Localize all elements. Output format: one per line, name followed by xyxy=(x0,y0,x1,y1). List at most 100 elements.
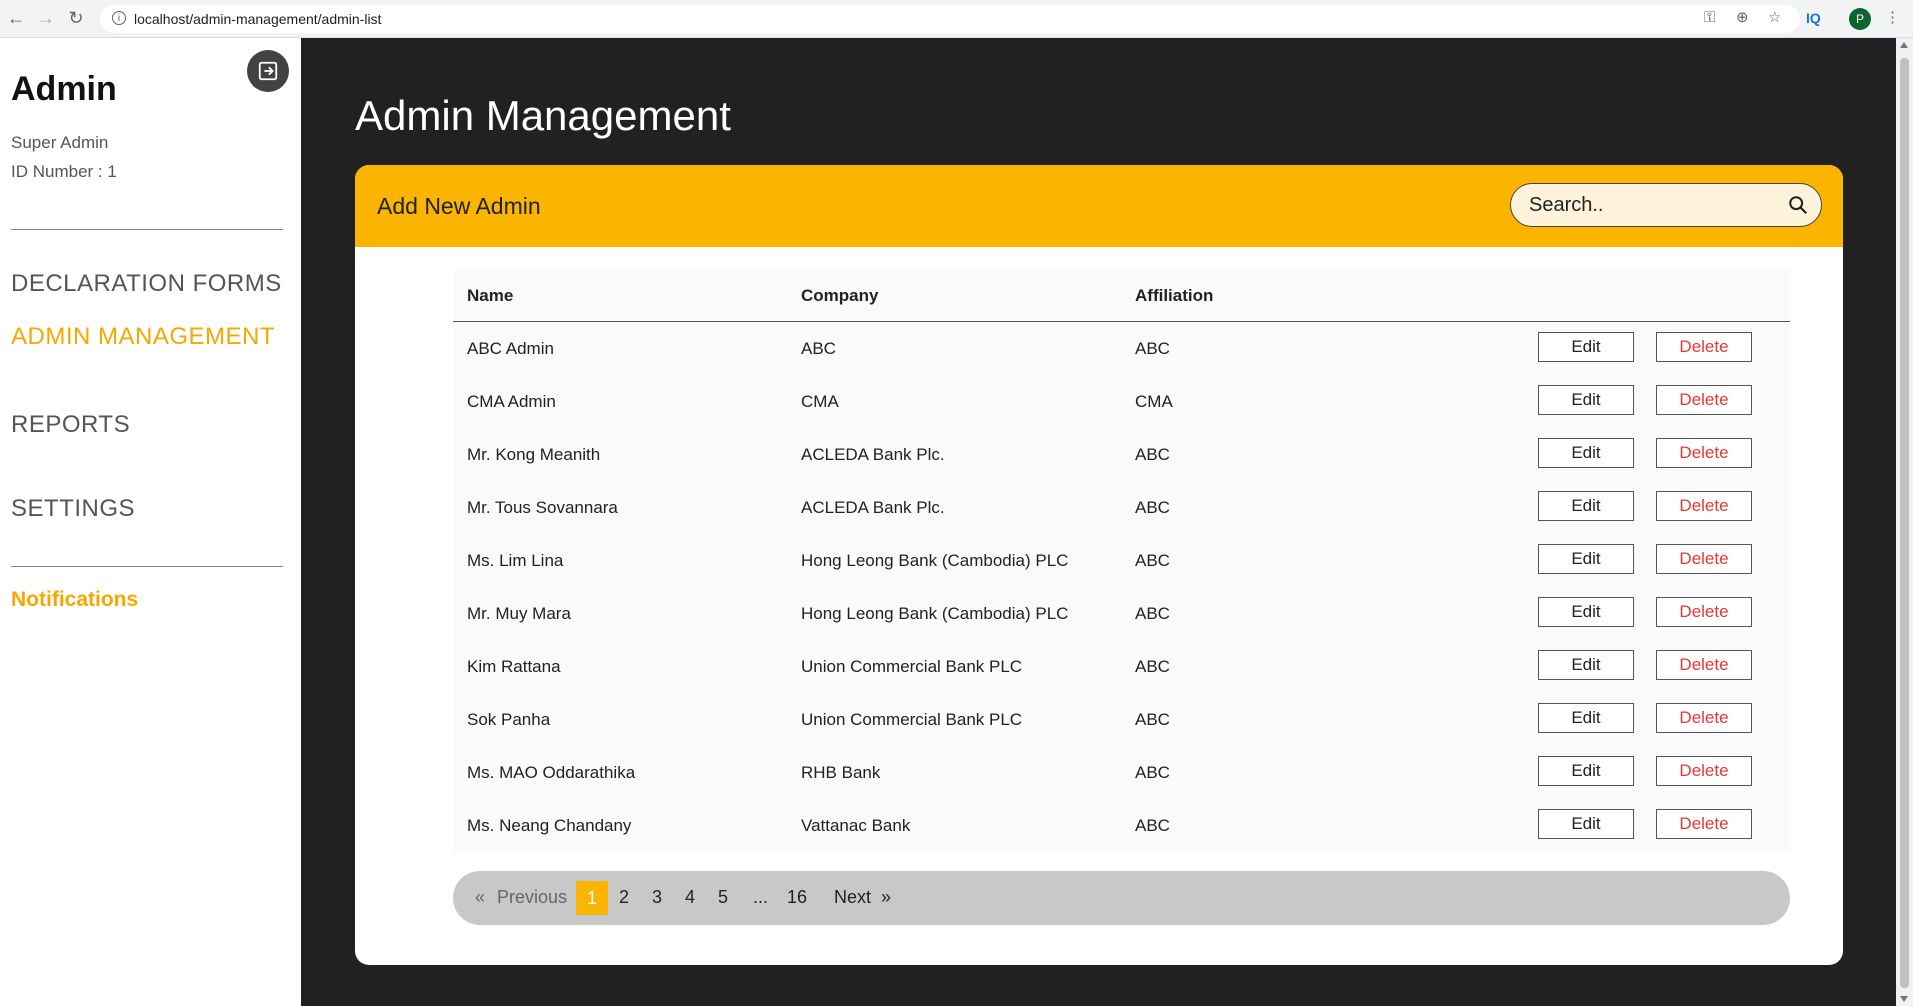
cell-affiliation: ABC xyxy=(1135,710,1170,729)
delete-button[interactable]: Delete xyxy=(1656,438,1752,468)
browser-toolbar: ← → ↻ i localhost/admin-management/admin… xyxy=(0,0,1913,38)
scroll-thumb[interactable] xyxy=(1900,58,1909,988)
divider xyxy=(11,566,283,567)
sidebar-item-admin-management[interactable]: ADMIN MANAGEMENT xyxy=(11,323,275,351)
last-page-icon[interactable]: » xyxy=(881,887,891,908)
cell-name: Ms. Neang Chandany xyxy=(467,816,632,835)
page-4-button[interactable]: 4 xyxy=(685,887,695,908)
page-title: Admin Management xyxy=(355,92,731,139)
delete-button[interactable]: Delete xyxy=(1656,703,1752,733)
cell-affiliation: ABC xyxy=(1135,763,1170,782)
reload-icon[interactable]: ↻ xyxy=(66,8,86,28)
delete-button[interactable]: Delete xyxy=(1656,650,1752,680)
cell-name: Mr. Tous Sovannara xyxy=(467,498,618,517)
user-id: ID Number : 1 xyxy=(11,162,117,181)
address-bar[interactable]: i localhost/admin-management/admin-list xyxy=(100,5,1800,33)
delete-button[interactable]: Delete xyxy=(1656,491,1752,521)
delete-button[interactable]: Delete xyxy=(1656,544,1752,574)
previous-button[interactable]: Previous xyxy=(497,887,567,908)
delete-button[interactable]: Delete xyxy=(1656,332,1752,362)
table-body: ABC Admin ABC ABC Edit Delete CMA Admin CMA CMA… xyxy=(453,322,1790,852)
edit-button[interactable]: Edit xyxy=(1538,809,1634,839)
cell-affiliation: ABC xyxy=(1135,498,1170,517)
divider xyxy=(11,229,283,230)
more-menu-icon[interactable]: ⋮ xyxy=(1885,8,1900,28)
edit-button[interactable]: Edit xyxy=(1538,491,1634,521)
column-header-company: Company xyxy=(801,286,879,305)
page-1-button[interactable]: 1 xyxy=(576,881,608,915)
edit-button[interactable]: Edit xyxy=(1538,385,1634,415)
cell-company: Union Commercial Bank PLC xyxy=(801,710,1023,729)
zoom-icon[interactable]: ⊕ xyxy=(1736,8,1749,28)
info-icon[interactable]: i xyxy=(112,11,126,25)
edit-button[interactable]: Edit xyxy=(1538,597,1634,627)
table-row: CMA Admin CMA CMA Edit Delete xyxy=(453,375,1790,428)
scroll-up-icon[interactable] xyxy=(1900,42,1908,48)
cell-affiliation: ABC xyxy=(1135,339,1170,358)
cell-name: Mr. Kong Meanith xyxy=(467,445,601,464)
scroll-down-icon[interactable] xyxy=(1900,996,1908,1002)
cell-name: Mr. Muy Mara xyxy=(467,604,571,623)
cell-company: Hong Leong Bank (Cambodia) PLC xyxy=(801,551,1069,570)
delete-button[interactable]: Delete xyxy=(1656,385,1752,415)
edit-button[interactable]: Edit xyxy=(1538,703,1634,733)
sidebar: Admin Super Admin ID Number : 1 DECLARAT… xyxy=(0,38,301,1006)
key-icon[interactable]: ⚿ xyxy=(1704,8,1715,28)
sidebar-item-settings[interactable]: SETTINGS xyxy=(11,495,135,523)
cell-affiliation: ABC xyxy=(1135,657,1170,676)
url-text: localhost/admin-management/admin-list xyxy=(134,11,382,27)
page-5-button[interactable]: 5 xyxy=(718,887,728,908)
edit-button[interactable]: Edit xyxy=(1538,438,1634,468)
scrollbar[interactable] xyxy=(1896,38,1913,1006)
cell-company: Hong Leong Bank (Cambodia) PLC xyxy=(801,604,1069,623)
add-new-admin-button[interactable]: Add New Admin xyxy=(377,193,541,220)
column-header-affiliation: Affiliation xyxy=(1135,286,1214,305)
delete-button[interactable]: Delete xyxy=(1656,809,1752,839)
cell-affiliation: ABC xyxy=(1135,445,1170,464)
table-row: Mr. Tous Sovannara ACLEDA Bank Plc. ABC Edi… xyxy=(453,481,1790,534)
cell-affiliation: ABC xyxy=(1135,816,1170,835)
cell-company: CMA xyxy=(801,392,839,411)
back-arrow-icon[interactable]: ← xyxy=(6,8,26,28)
profile-avatar[interactable]: P xyxy=(1849,8,1871,30)
next-button[interactable]: Next xyxy=(834,887,871,908)
extension-iq-icon[interactable]: IQ xyxy=(1806,8,1821,28)
sidebar-item-declaration-forms[interactable]: DECLARATION FORMS xyxy=(11,270,282,298)
cell-company: ACLEDA Bank Plc. xyxy=(801,445,945,464)
main-content: Admin Management Add New Admin Name Comp… xyxy=(301,38,1896,1006)
cell-company: ACLEDA Bank Plc. xyxy=(801,498,945,517)
table-header: Name Company Affiliation xyxy=(453,270,1790,322)
forward-arrow-icon[interactable]: → xyxy=(36,8,56,28)
cell-name: Sok Panha xyxy=(467,710,551,729)
table-row: Ms. Neang Chandany Vattanac Bank ABC Edit De… xyxy=(453,799,1790,852)
table-row: Mr. Muy Mara Hong Leong Bank (Cambodia) P… xyxy=(453,587,1790,640)
edit-button[interactable]: Edit xyxy=(1538,650,1634,680)
delete-button[interactable]: Delete xyxy=(1656,597,1752,627)
cell-affiliation: ABC xyxy=(1135,551,1170,570)
table-row: Kim Rattana Union Commercial Bank PLC ABC E… xyxy=(453,640,1790,693)
cell-name: CMA Admin xyxy=(467,392,556,411)
table-row: Sok Panha Union Commercial Bank PLC ABC Edi… xyxy=(453,693,1790,746)
edit-button[interactable]: Edit xyxy=(1538,332,1634,362)
cell-company: Vattanac Bank xyxy=(801,816,911,835)
search-icon[interactable] xyxy=(1787,194,1809,216)
sidebar-title: Admin xyxy=(11,70,117,108)
table-row: ABC Admin ABC ABC Edit Delete xyxy=(453,322,1790,375)
sidebar-item-reports[interactable]: REPORTS xyxy=(11,411,130,439)
bookmark-star-icon[interactable]: ☆ xyxy=(1768,8,1781,28)
logout-button[interactable] xyxy=(247,50,289,92)
edit-button[interactable]: Edit xyxy=(1538,544,1634,574)
page-3-button[interactable]: 3 xyxy=(652,887,662,908)
cell-company: RHB Bank xyxy=(801,763,881,782)
search-input[interactable] xyxy=(1527,192,1771,218)
first-page-icon[interactable]: « xyxy=(475,887,485,908)
sidebar-item-notifications[interactable]: Notifications xyxy=(11,588,138,612)
table-row: Mr. Kong Meanith ACLEDA Bank Plc. ABC Edit D… xyxy=(453,428,1790,481)
page-16-button[interactable]: 16 xyxy=(787,887,807,908)
card-header: Add New Admin xyxy=(355,165,1843,247)
edit-button[interactable]: Edit xyxy=(1538,756,1634,786)
table-row: Ms. Lim Lina Hong Leong Bank (Cambodia) P… xyxy=(453,534,1790,587)
page-2-button[interactable]: 2 xyxy=(619,887,629,908)
cell-affiliation: CMA xyxy=(1135,392,1173,411)
delete-button[interactable]: Delete xyxy=(1656,756,1752,786)
